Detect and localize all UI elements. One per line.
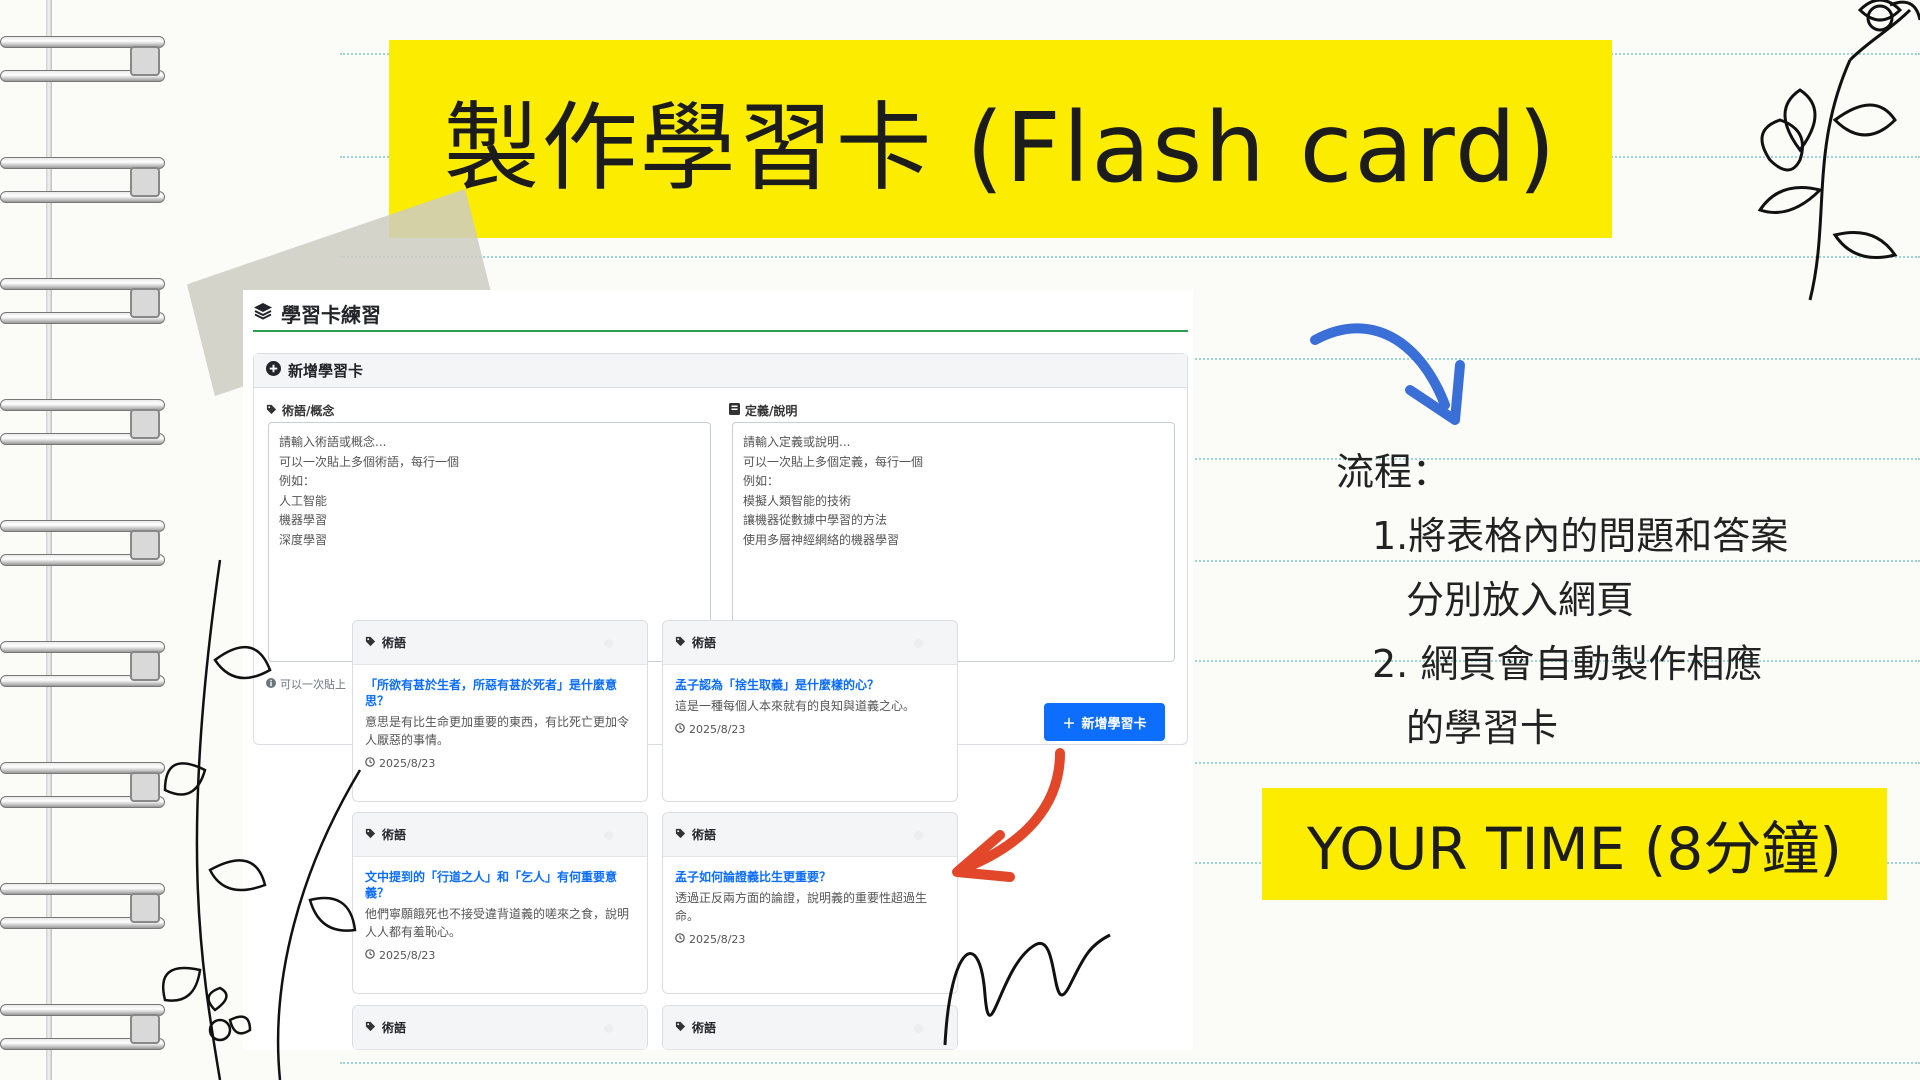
spiral-ring (0, 270, 170, 332)
spiral-ring (0, 391, 170, 453)
spiral-ring (0, 149, 170, 211)
plus-circle-icon (266, 361, 281, 380)
flash-card[interactable]: 術語 文中提到的「行道之人」和「乞人」有何重要意義？ 他們寧願餓死也不接受違背道… (352, 812, 648, 994)
scribble-decoration (943, 933, 1111, 1046)
flash-card[interactable]: 術語 (352, 1005, 648, 1050)
flash-card[interactable]: 術語 孟子認為「捨生取義」是什麼樣的心？ 這是一種每個人本來就有的良知與道義之心… (662, 620, 958, 802)
term-label: 術語/概念 (266, 402, 334, 419)
flash-card[interactable]: 術語 (662, 1005, 958, 1050)
card-tag: 術語 (692, 636, 717, 650)
card-tag: 術語 (692, 1021, 717, 1035)
process-step-2-cont: 的學習卡 (1406, 706, 1559, 750)
card-question: 「所欲有甚於生者，所惡有甚於死者」是什麼意思？ (365, 678, 618, 708)
card-menu-icon[interactable] (604, 1024, 613, 1033)
card-tag: 術語 (692, 828, 717, 842)
card-answer: 透過正反兩方面的論證，說明義的重要性超過生命。 (675, 891, 928, 923)
card-menu-icon[interactable] (604, 831, 613, 840)
card-menu-icon[interactable] (914, 831, 923, 840)
card-header: 術語 (353, 1006, 647, 1050)
process-step-1: 1.將表格內的問題和答案 (1372, 514, 1789, 558)
card-question: 文中提到的「行道之人」和「乞人」有何重要意義？ (365, 870, 618, 900)
card-menu-icon[interactable] (914, 1024, 923, 1033)
spiral-ring (0, 754, 170, 816)
card-header: 術語 (353, 621, 647, 665)
process-description: 流程： 1.將表格內的問題和答案 分別放入網頁 2. 網頁會自動製作相應 的學習… (1336, 440, 1856, 760)
card-tag: 術語 (382, 636, 407, 650)
book-icon (729, 403, 740, 418)
card-header: 術語 (353, 813, 647, 857)
card-question: 孟子如何論證義比生更重要？ (675, 870, 832, 884)
spiral-ring (0, 633, 170, 695)
tag-icon (266, 404, 277, 418)
title-banner: 製作學習卡 (Flash card) (389, 40, 1612, 238)
spiral-ring (0, 875, 170, 937)
spiral-ring (0, 996, 170, 1058)
card-tag: 術語 (382, 828, 407, 842)
app-header: 學習卡練習 (253, 296, 1188, 332)
card-answer: 這是一種每個人本來就有的良知與道義之心。 (675, 699, 916, 713)
card-date: 2025/8/23 (675, 723, 945, 736)
card-date: 2025/8/23 (675, 933, 945, 946)
red-arrow-icon (952, 748, 1065, 882)
form-header: 新增學習卡 (254, 354, 1187, 388)
flash-card[interactable]: 術語 孟子如何論證義比生更重要？ 透過正反兩方面的論證，說明義的重要性超過生命。… (662, 812, 958, 994)
card-menu-icon[interactable] (604, 639, 613, 648)
process-step-2: 2. 網頁會自動製作相應 (1372, 642, 1763, 686)
layers-icon (253, 301, 273, 326)
definition-label: 定義/說明 (729, 402, 797, 419)
tag-icon (675, 636, 686, 650)
tag-icon (675, 1021, 686, 1035)
time-banner: YOUR TIME (8分鐘) (1262, 788, 1887, 900)
spiral-ring (0, 28, 170, 90)
clock-icon (675, 933, 685, 946)
card-answer: 意思是有比生命更加重要的東西，有比死亡更加令人厭惡的事情。 (365, 715, 630, 747)
tag-icon (675, 828, 686, 842)
card-menu-icon[interactable] (914, 639, 923, 648)
time-banner-text: YOUR TIME (8分鐘) (1307, 815, 1842, 883)
vine-illustration-bottom (162, 559, 362, 1080)
page-title: 製作學習卡 (Flash card) (443, 91, 1558, 204)
card-question: 孟子認為「捨生取義」是什麼樣的心？ (675, 678, 880, 692)
plus-icon: ＋ (1062, 716, 1076, 732)
card-header: 術語 (663, 1006, 957, 1050)
card-answer: 他們寧願餓死也不接受違背道義的嗟來之食，說明人人都有羞恥心。 (365, 907, 630, 939)
card-tag: 術語 (382, 1021, 407, 1035)
blue-arrow-icon (1310, 323, 1465, 425)
card-header: 術語 (663, 621, 957, 665)
flash-card[interactable]: 術語 「所欲有甚於生者，所惡有甚於死者」是什麼意思？ 意思是有比生命更加重要的東… (352, 620, 648, 802)
process-step-1-cont: 分別放入網頁 (1406, 578, 1635, 622)
add-card-button[interactable]: ＋ 新增學習卡 (1044, 703, 1165, 741)
card-header: 術語 (663, 813, 957, 857)
spiral-ring (0, 512, 170, 574)
card-date: 2025/8/23 (365, 757, 635, 770)
card-date: 2025/8/23 (365, 949, 635, 962)
spiral-binding (0, 0, 180, 1080)
app-header-title: 學習卡練習 (281, 302, 381, 327)
form-header-label: 新增學習卡 (288, 362, 364, 380)
clock-icon (675, 723, 685, 736)
process-heading: 流程： (1336, 450, 1451, 494)
flower-illustration-top (1757, 0, 1920, 301)
